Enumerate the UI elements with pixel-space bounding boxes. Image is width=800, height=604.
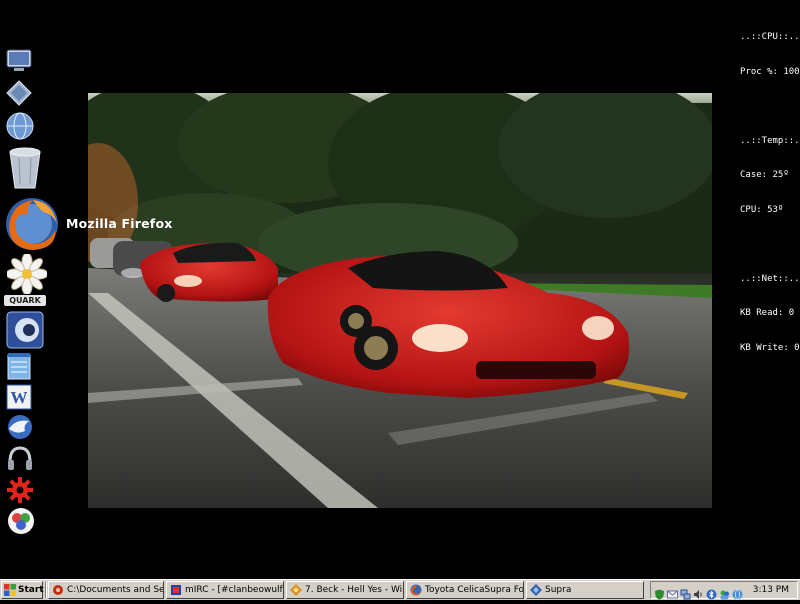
task-label: mIRC - [#clanbeowulf ... xyxy=(185,585,284,595)
taskbar: Start C:\Documents and Set... mIRC - [#c… xyxy=(0,579,800,600)
task-label: Supra xyxy=(545,585,572,595)
task-label: C:\Documents and Set... xyxy=(67,585,163,595)
settings-gear-icon[interactable] xyxy=(6,476,34,504)
task-mirc[interactable]: mIRC - [#clanbeowulf ... xyxy=(166,581,284,599)
svg-text:W: W xyxy=(11,388,28,407)
task-explorer[interactable]: C:\Documents and Set... xyxy=(48,581,164,599)
start-button[interactable]: Start xyxy=(1,581,44,599)
speaker-icon[interactable] xyxy=(693,585,704,599)
network-icon[interactable] xyxy=(680,585,691,599)
wallpaper-image xyxy=(88,93,712,508)
firefox-dock-icon[interactable] xyxy=(3,196,61,252)
net-header: ..::Net::.. xyxy=(740,273,800,284)
cpu-proc-value: Proc %: 100 xyxy=(740,66,800,77)
taskbar-separator xyxy=(45,582,47,598)
thunderbird-icon[interactable] xyxy=(5,413,35,441)
recycle-bin-icon[interactable] xyxy=(7,146,43,190)
folder-bug-icon xyxy=(52,584,64,596)
network-diamond-icon[interactable] xyxy=(6,80,32,106)
headphones-icon[interactable] xyxy=(5,444,35,474)
diamond-icon xyxy=(530,584,542,596)
quark-label: QUARK xyxy=(4,295,46,306)
dock-tooltip-label: Mozilla Firefox xyxy=(66,216,173,231)
temp-header: ..::Temp::.. xyxy=(740,135,800,146)
messenger-icon[interactable] xyxy=(719,585,730,599)
cpu-temp-value: CPU: 53º xyxy=(740,204,784,215)
start-label: Start xyxy=(18,585,44,595)
system-monitor-widget: ..::CPU::.. Proc %: 100 ..::Temp::.. Cas… xyxy=(740,9,800,366)
shield-icon[interactable] xyxy=(654,585,665,599)
desktop-wallpaper xyxy=(88,93,712,508)
case-temp-value: Case: 25º xyxy=(740,170,789,180)
system-tray: 3:13 PM xyxy=(650,581,798,600)
quark-flower-icon[interactable] xyxy=(7,254,47,294)
winamp-icon xyxy=(290,584,302,596)
mail-icon[interactable] xyxy=(667,585,678,598)
eye-app-icon[interactable] xyxy=(5,310,45,350)
word-icon[interactable]: W xyxy=(6,384,32,410)
task-label: 7. Beck - Hell Yes - Win... xyxy=(305,585,403,595)
firefox-icon xyxy=(410,584,422,596)
task-label: Toyota CelicaSupra Fo... xyxy=(425,585,524,595)
mirc-icon xyxy=(170,584,182,596)
color-circles-icon[interactable] xyxy=(7,507,35,535)
globe-tray-icon[interactable] xyxy=(732,585,743,600)
windows-logo-icon xyxy=(4,584,16,596)
bluetooth-icon[interactable] xyxy=(706,585,717,599)
task-supra[interactable]: Supra xyxy=(526,581,644,599)
kb-read-value: KB Read: 0 xyxy=(740,308,795,318)
kb-write-value: KB Write: 0 xyxy=(740,342,800,353)
globe-icon[interactable] xyxy=(5,111,35,141)
notepad-icon[interactable] xyxy=(6,352,32,380)
cpu-header: ..::CPU::.. xyxy=(740,32,800,42)
my-computer-icon[interactable] xyxy=(5,47,33,75)
task-winamp[interactable]: 7. Beck - Hell Yes - Win... xyxy=(286,581,404,599)
taskbar-clock[interactable]: 3:13 PM xyxy=(753,585,789,595)
task-firefox[interactable]: Toyota CelicaSupra Fo... xyxy=(406,581,524,599)
